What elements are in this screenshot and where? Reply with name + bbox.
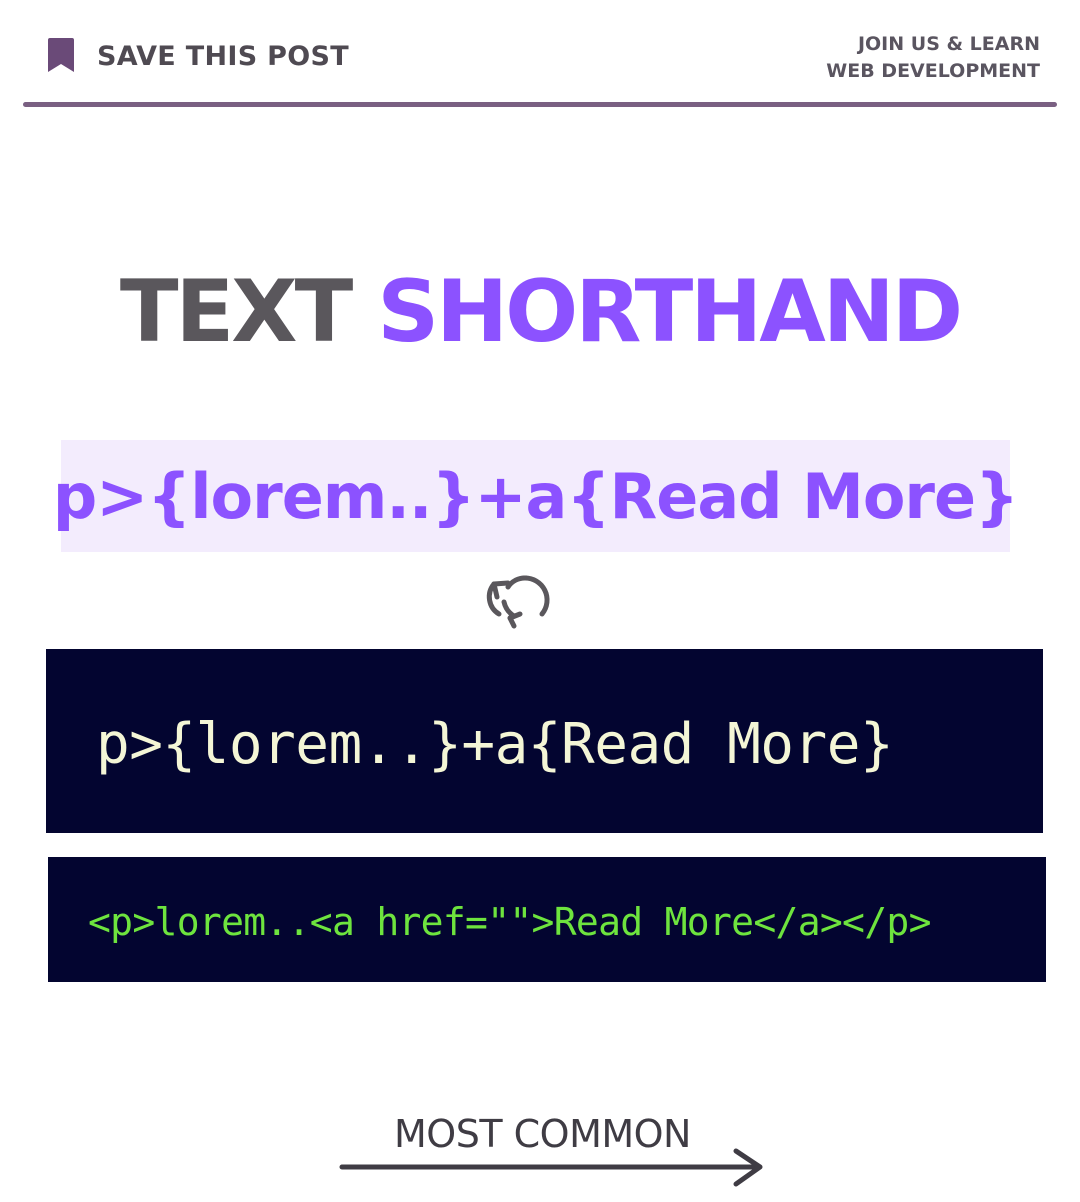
save-post[interactable]: SAVE THIS POST [45, 38, 349, 74]
convert-icon [486, 575, 550, 629]
bookmark-icon[interactable] [45, 38, 77, 74]
title-word-text: TEXT [119, 262, 353, 362]
header-divider [23, 102, 1057, 107]
shorthand-text: p>{lorem..}+a{Read More} [52, 459, 1019, 533]
join-us-tagline: JOIN US & LEARN WEB DEVELOPMENT [826, 31, 1040, 85]
join-line-1: JOIN US & LEARN [857, 33, 1040, 55]
arrow-right-icon[interactable] [338, 1146, 768, 1190]
save-post-label: SAVE THIS POST [97, 40, 349, 72]
code-output-text: <p>lorem..<a href="">Read More</a></p> [88, 900, 931, 944]
page-title: TEXT SHORTHAND [0, 262, 1080, 362]
join-line-2: WEB DEVELOPMENT [826, 60, 1040, 82]
shorthand-highlight: p>{lorem..}+a{Read More} [53, 440, 1019, 552]
title-word-shorthand: SHORTHAND [377, 262, 963, 362]
code-input-text: p>{lorem..}+a{Read More} [96, 712, 894, 777]
